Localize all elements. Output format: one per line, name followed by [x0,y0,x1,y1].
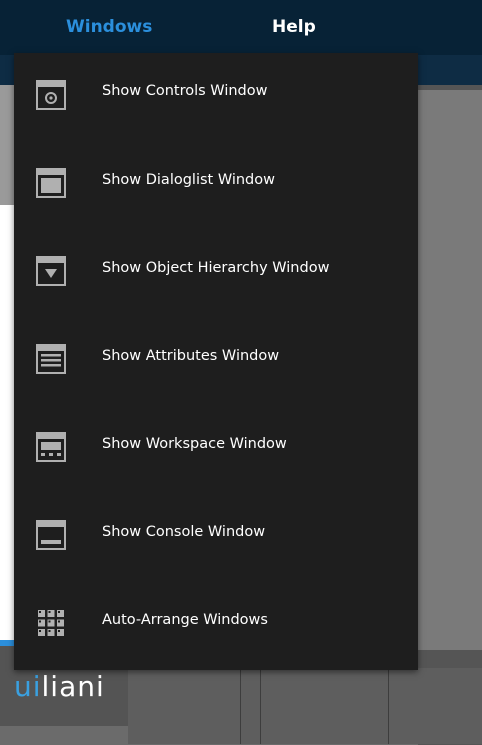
menu-item-auto-arrange[interactable]: Auto-Arrange Windows [14,581,418,669]
menu-item-label: Show Controls Window [102,83,268,99]
workspace-window-icon [36,432,66,462]
menu-item-show-dialoglist[interactable]: Show Dialoglist Window [14,141,418,229]
menu-item-label: Show Workspace Window [102,436,287,452]
workspace-panel [418,90,482,650]
menu-item-show-workspace[interactable]: Show Workspace Window [14,405,418,493]
panel-divider [388,668,389,744]
auto-arrange-icon [38,610,64,636]
hierarchy-window-icon [36,256,66,286]
windows-dropdown-menu: Show Controls Window Show Dialoglist Win… [14,53,418,670]
menu-item-label: Show Attributes Window [102,348,280,364]
menu-item-show-object-hierarchy[interactable]: Show Object Hierarchy Window [14,229,418,317]
dialoglist-window-icon [36,168,66,198]
menu-item-label: Show Console Window [102,524,266,540]
panel-divider [260,668,261,744]
menu-item-show-attributes[interactable]: Show Attributes Window [14,317,418,405]
uiliani-logo: uiliani [14,670,105,703]
menu-item-label: Show Dialoglist Window [102,172,275,188]
menu-item-label: Show Object Hierarchy Window [102,260,330,276]
menu-item-show-controls[interactable]: Show Controls Window [14,53,418,141]
menu-item-show-console[interactable]: Show Console Window [14,493,418,581]
console-window-icon [36,520,66,550]
attributes-window-icon [36,344,66,374]
bottom-panel [128,668,482,744]
panel-divider [240,668,241,744]
menu-bar: Windows Help [0,0,482,55]
controls-window-icon [36,80,66,110]
menu-help[interactable]: Help [272,17,316,37]
menu-windows[interactable]: Windows [66,17,152,37]
side-panel [0,85,14,205]
menu-item-label: Auto-Arrange Windows [102,612,268,628]
canvas-area [0,205,14,645]
